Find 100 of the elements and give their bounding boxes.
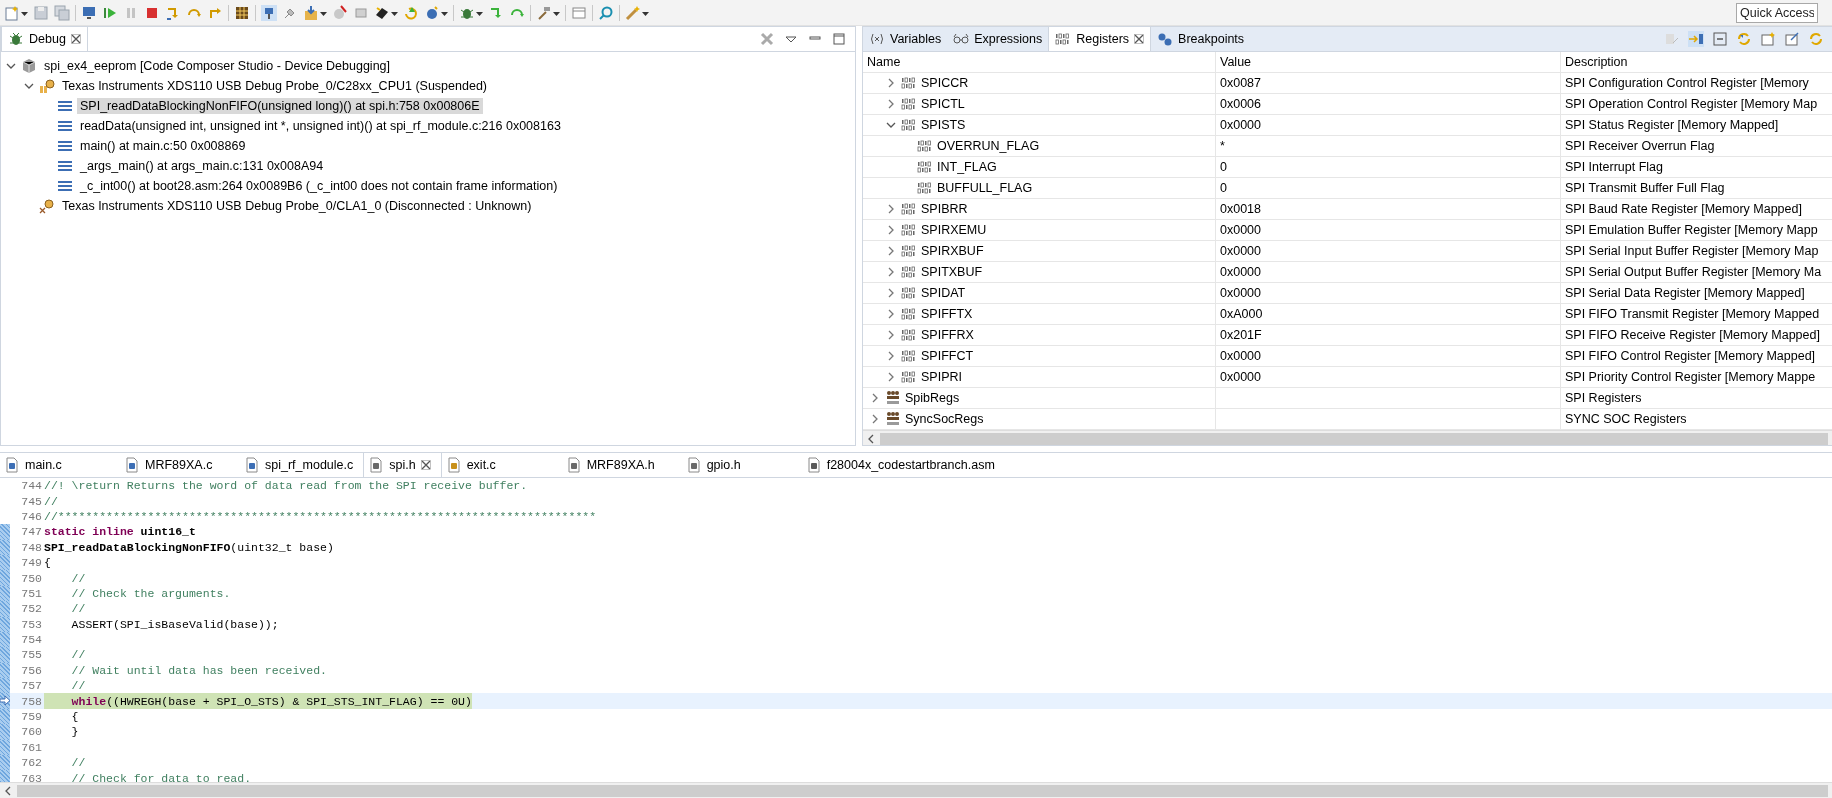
stack-frame-icon — [57, 138, 73, 154]
editor-tab[interactable]: spi_rf_module.c — [240, 453, 364, 477]
stack-frame[interactable]: readData(unsigned int, unsigned int *, unsigned int)() at spi_rf_module.c:216 0x008163 — [77, 118, 564, 134]
remove-all-icon[interactable] — [759, 31, 775, 47]
export-icon[interactable] — [1784, 31, 1800, 47]
register-value: 0x0000 — [1220, 286, 1261, 300]
register-name[interactable]: SPIPRI — [921, 370, 962, 384]
stack-frame-icon — [57, 98, 73, 114]
register-description: SPI Configuration Control Register [Memory — [1565, 76, 1809, 90]
stack-frame[interactable]: _args_main() at args_main.c:131 0x008A94 — [77, 158, 327, 174]
tree-item[interactable]: Texas Instruments XDS110 USB Debug Probe_0/CLA1_0 (Disconnected : Unknown) — [59, 198, 535, 214]
register-value: 0 — [1220, 160, 1227, 174]
register-name[interactable]: SPICTL — [921, 97, 965, 111]
editor-tab[interactable]: spi.h — [363, 453, 442, 477]
register-description: SPI Receiver Overrun Flag — [1565, 139, 1715, 153]
view-tab[interactable]: Debug — [1, 27, 88, 51]
maximize-icon[interactable] — [831, 31, 847, 47]
variable-icon — [869, 31, 885, 47]
column-header[interactable]: Description — [1565, 55, 1628, 69]
bug-icon — [8, 31, 24, 47]
binary-register-icon — [917, 138, 933, 154]
editor-tab[interactable]: exit.c — [441, 453, 562, 477]
horizontal-scrollbar[interactable] — [0, 782, 1832, 798]
register-description: SPI Registers — [1565, 391, 1642, 405]
line-number: 757 — [20, 679, 43, 693]
register-name[interactable]: SPIFFRX — [921, 328, 974, 342]
monitor-icon[interactable] — [81, 4, 97, 21]
line-number: 749 — [20, 556, 43, 570]
editor-tab[interactable]: MRF89XA.c — [120, 453, 240, 477]
horizontal-scrollbar[interactable] — [863, 430, 1832, 445]
register-name[interactable]: SPICCR — [921, 76, 969, 90]
close-icon[interactable] — [1134, 34, 1145, 44]
close-icon[interactable] — [70, 34, 81, 44]
view-tab[interactable]: Variables — [863, 27, 948, 51]
column-header[interactable]: Name — [867, 55, 901, 69]
breakpoint-icon[interactable] — [332, 4, 348, 21]
view-tab[interactable]: Registers — [1048, 27, 1152, 51]
register-name[interactable]: OVERRUN_FLAG — [937, 139, 1040, 153]
register-name[interactable]: SPIBRR — [921, 202, 968, 216]
file-icon — [4, 457, 20, 473]
column-header[interactable]: Value — [1220, 55, 1252, 69]
register-name[interactable]: SPIFFCT — [921, 349, 974, 363]
stack-frame-icon — [57, 178, 73, 194]
new-window-icon[interactable] — [1760, 31, 1776, 47]
register-description: SPI Serial Output Buffer Register [Memory Ma — [1565, 265, 1822, 279]
register-name[interactable]: BUFFULL_FLAG — [937, 181, 1033, 195]
binary-register-icon — [917, 159, 933, 175]
file-icon — [565, 457, 582, 473]
register-name[interactable]: SPIRXBUF — [921, 244, 984, 258]
register-value: 0x0000 — [1220, 370, 1261, 384]
register-description: SPI Interrupt Flag — [1565, 160, 1663, 174]
binary-register-icon — [1055, 31, 1072, 47]
view-tab[interactable]: Expressions — [947, 27, 1049, 51]
pin-icon[interactable] — [261, 4, 277, 21]
register-name[interactable]: SPIFFTX — [921, 307, 973, 321]
line-number: 760 — [20, 725, 43, 739]
search-icon[interactable] — [598, 4, 614, 21]
window-icon[interactable] — [571, 4, 587, 21]
line-number: 753 — [20, 617, 43, 631]
register-description: SPI Serial Data Register [Memory Mapped] — [1565, 286, 1805, 300]
grid-icon[interactable] — [234, 4, 250, 21]
register-name[interactable]: INT_FLAG — [937, 160, 997, 174]
register-group-icon — [885, 411, 901, 427]
editor-tab[interactable]: f28004x_codestartbranch.asm — [801, 453, 1005, 477]
close-icon[interactable] — [420, 460, 431, 470]
register-name[interactable]: SPISTS — [921, 118, 966, 132]
code-line: // — [70, 647, 86, 663]
register-value: 0x0000 — [1220, 244, 1261, 258]
view-tab[interactable]: Breakpoints — [1151, 27, 1251, 51]
editor-tab[interactable]: MRF89XA.h — [561, 453, 682, 477]
code-line: SPI_readDataBlockingNonFIFO(uint32_t base) — [44, 539, 334, 555]
binary-register-icon — [901, 96, 917, 112]
register-value: 0x0000 — [1220, 223, 1261, 237]
register-name[interactable]: SyncSocRegs — [905, 412, 984, 426]
file-icon — [244, 457, 260, 473]
file-icon — [685, 457, 702, 473]
load-icon[interactable] — [303, 4, 319, 21]
register-name[interactable]: SPIRXEMU — [921, 223, 987, 237]
editor-tab[interactable]: main.c — [0, 453, 120, 477]
binary-register-icon — [901, 369, 917, 385]
stack-frame[interactable]: _c_int00() at boot28.asm:264 0x0089B6 (_c_int00 does not contain frame information) — [77, 178, 561, 194]
stack-frame[interactable]: main() at main.c:50 0x008869 — [77, 138, 249, 154]
register-name[interactable]: SPITXBUF — [921, 265, 983, 279]
register-description: SPI FIFO Receive Register [Memory Mapped] — [1565, 328, 1820, 342]
scroll-left-icon[interactable] — [866, 434, 876, 444]
tree-item[interactable]: Texas Instruments XDS110 USB Debug Probe_0/C28xx_CPU1 (Suspended) — [59, 78, 490, 94]
collapse-all-icon[interactable] — [1712, 31, 1728, 47]
arrow-grid-icon[interactable] — [1688, 31, 1704, 47]
tree-item[interactable]: spi_ex4_eeprom [Code Composer Studio - Device Debugging] — [41, 58, 394, 74]
stack-frame[interactable]: SPI_readDataBlockingNonFIFO(unsigned long)() at spi.h:758 0x00806E — [77, 98, 483, 114]
line-number: 758 — [20, 694, 43, 708]
scroll-left-icon[interactable] — [3, 786, 13, 796]
editor-tab[interactable]: gpio.h — [681, 453, 802, 477]
hammer-icon[interactable] — [536, 4, 552, 21]
ball-icon[interactable] — [424, 4, 440, 21]
register-name[interactable]: SPIDAT — [921, 286, 966, 300]
code-line: // — [44, 493, 58, 509]
quick-access-field[interactable]: Quick Access — [1736, 2, 1818, 23]
register-group-icon — [885, 390, 901, 406]
register-name[interactable]: SpibRegs — [905, 391, 960, 405]
